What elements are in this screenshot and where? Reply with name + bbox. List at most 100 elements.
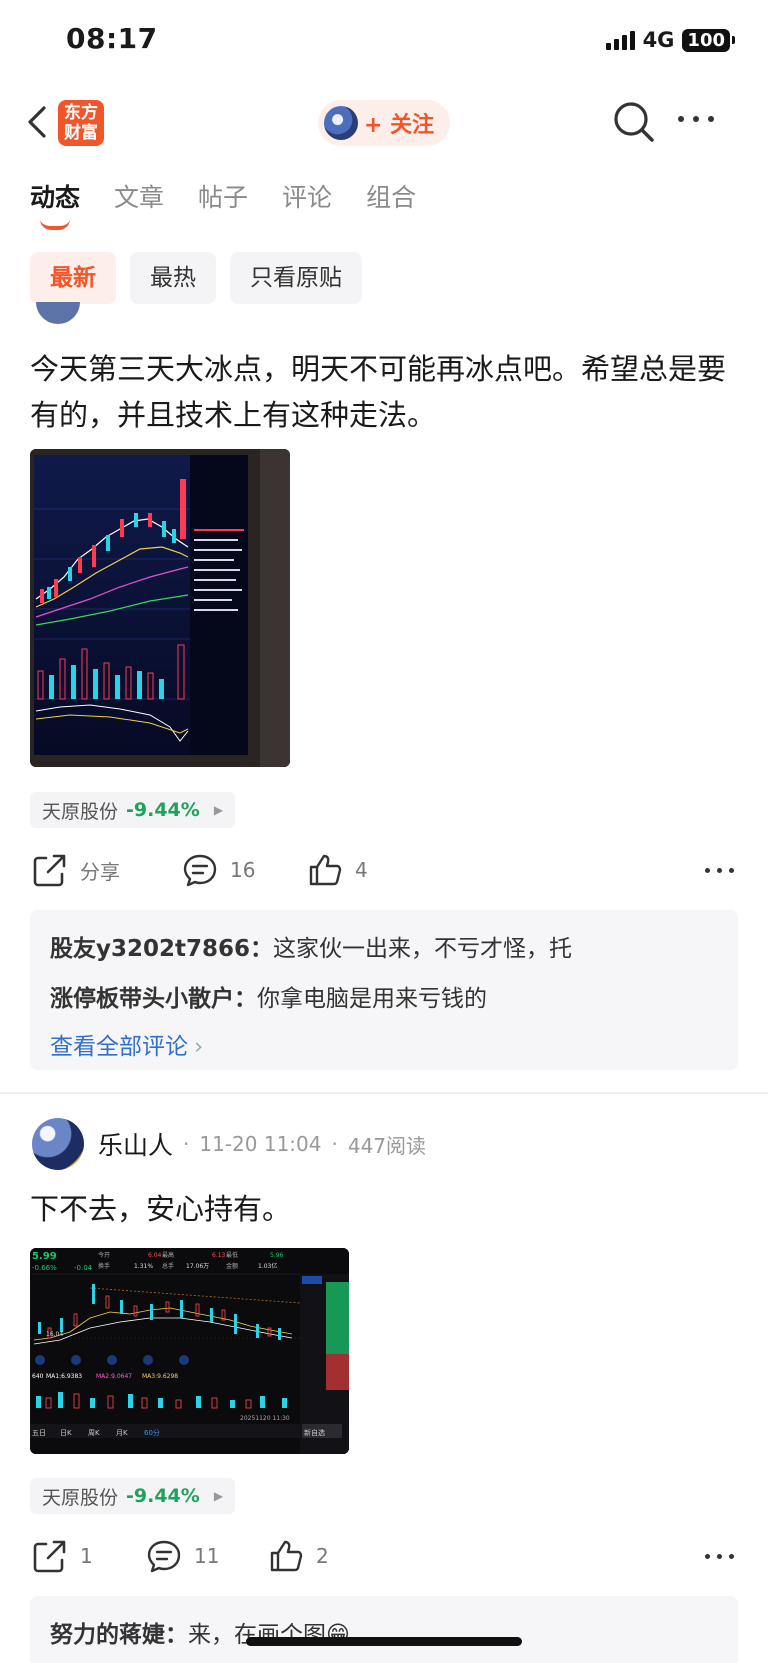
filter-chips: 最新 最热 只看原贴 — [30, 252, 362, 304]
filter-hottest[interactable]: 最热 — [130, 252, 216, 304]
low-label: 最低 — [226, 1251, 238, 1259]
stock-change: -9.44% — [126, 799, 200, 821]
status-indicators: 4G 100 — [605, 28, 735, 52]
author-name[interactable]: 乐山人 — [98, 1126, 173, 1162]
share-button[interactable]: 分享 — [32, 852, 120, 888]
status-time: 08:17 — [66, 22, 158, 55]
post-author-row: 乐山人 · 11-20 11:04 · 447阅读 — [32, 1118, 426, 1170]
tab-portfolio[interactable]: 组合 — [366, 178, 416, 214]
ma2-label: MA2:9.0647 — [96, 1373, 132, 1380]
ma1-label: MA1:6.9383 — [46, 1373, 82, 1380]
tab-articles[interactable]: 文章 — [114, 178, 164, 214]
read-count: 447阅读 — [347, 1133, 427, 1158]
turnover-label: 换手 — [98, 1262, 110, 1270]
chevron-right-icon: ▶ — [213, 803, 224, 817]
tab-comments[interactable]: 评论 — [282, 178, 332, 214]
post-divider — [0, 1092, 768, 1094]
profile-tabs: 动态 文章 帖子 评论 组合 — [30, 178, 416, 230]
post-image[interactable] — [30, 449, 290, 767]
follow-button[interactable]: + 关注 — [318, 100, 451, 146]
battery-icon: 100 — [682, 28, 735, 52]
stock-change: -9.44% — [126, 1485, 200, 1507]
like-count: 2 — [316, 1544, 329, 1568]
comment-text: 你拿电脑是用来亏钱的 — [257, 986, 487, 1012]
view-all-label: 查看全部评论 — [50, 1034, 188, 1060]
quote-change: -0.66% — [32, 1264, 57, 1272]
view-all-comments-link[interactable]: 查看全部评论 › — [50, 1024, 718, 1070]
period-monthly: 月K — [116, 1429, 128, 1437]
home-indicator[interactable] — [246, 1637, 522, 1646]
svg-text:640: 640 — [32, 1373, 44, 1380]
meta-separator: · — [331, 1132, 338, 1156]
post-actions: 1 11 2 — [32, 1538, 736, 1578]
share-count: 1 — [80, 1544, 93, 1568]
post-actions: 分享 16 4 — [32, 852, 736, 892]
status-bar: 08:17 4G 100 — [0, 0, 768, 84]
add-watchlist: 新自选 — [304, 1428, 325, 1437]
comment-icon — [147, 1540, 181, 1573]
back-icon[interactable] — [24, 104, 54, 140]
like-button[interactable]: 2 — [268, 1538, 329, 1574]
meta-separator: · — [183, 1132, 190, 1156]
like-button[interactable]: 4 — [307, 852, 368, 888]
volume-label: 总手 — [162, 1262, 174, 1270]
tab-dynamics[interactable]: 动态 — [30, 178, 80, 230]
like-count: 4 — [355, 858, 368, 882]
more-icon[interactable] — [705, 1554, 734, 1559]
share-button[interactable]: 1 — [32, 1538, 93, 1574]
turnover-value: 1.31% — [134, 1263, 153, 1270]
period-5day: 五日 — [32, 1429, 46, 1437]
tab-posts[interactable]: 帖子 — [198, 178, 248, 214]
comment-button[interactable]: 16 — [182, 852, 255, 888]
app-logo[interactable]: 东方财富 — [58, 100, 104, 146]
stock-name: 天原股份 — [42, 800, 119, 823]
post-text[interactable]: 今天第三天大冰点，明天不可能再冰点吧。希望总是要有的，并且技术上有这种走法。 — [30, 346, 740, 438]
share-icon — [33, 1540, 66, 1573]
comment-preview[interactable]: 股友y3202t7866：这家伙一出来，不亏才怪，托 涨停板带头小散户：你拿电脑… — [30, 910, 738, 1070]
quote-change-abs: -0.04 — [74, 1264, 93, 1272]
stock-tag[interactable]: 天原股份 -9.44% ▶ — [30, 792, 236, 828]
comment-item: 涨停板带头小散户：你拿电脑是用来亏钱的 — [50, 974, 718, 1024]
comment-user[interactable]: 股友y3202t7866： — [50, 936, 273, 962]
post-text[interactable]: 下不去，安心持有。 — [30, 1186, 740, 1232]
open-label: 今开 — [98, 1251, 110, 1259]
chart-timestamp: 20251120 11:30 — [240, 1415, 290, 1422]
comment-user[interactable]: 涨停板带头小散户： — [50, 986, 257, 1012]
avatar — [324, 106, 358, 140]
search-icon[interactable] — [612, 100, 656, 144]
high-value: 6.13 — [212, 1252, 226, 1259]
comment-item: 努力的蒋婕：来，在画个图😁 — [50, 1610, 718, 1660]
chevron-right-icon: ▶ — [213, 1489, 224, 1503]
top-nav: 东方财富 + 关注 — [0, 92, 768, 152]
period-weekly: 周K — [88, 1429, 100, 1437]
comment-count: 16 — [230, 858, 256, 882]
post-image[interactable]: 5.99 -0.66% -0.04 今开 6.04 最高 6.13 最低 5.9… — [30, 1248, 349, 1454]
share-label: 分享 — [80, 859, 120, 884]
amount-label: 金额 — [226, 1262, 238, 1270]
comment-icon — [183, 854, 217, 887]
comment-item: 股友y3202t7866：这家伙一出来，不亏才怪，托 — [50, 924, 718, 974]
high-label: 最高 — [162, 1251, 174, 1259]
avatar[interactable] — [36, 302, 80, 324]
open-value: 6.04 — [148, 1252, 162, 1259]
comment-user[interactable]: 努力的蒋婕： — [50, 1622, 188, 1648]
stock-tag[interactable]: 天原股份 -9.44% ▶ — [30, 1478, 236, 1514]
ma3-label: MA3:9.6298 — [142, 1373, 178, 1380]
avatar[interactable] — [32, 1118, 84, 1170]
follow-label: + 关注 — [364, 113, 435, 138]
post-time: 11-20 11:04 — [199, 1132, 322, 1156]
thumbs-up-icon — [309, 854, 342, 886]
filter-latest[interactable]: 最新 — [30, 252, 116, 304]
amount-value: 1.03亿 — [258, 1262, 277, 1270]
comment-preview[interactable]: 努力的蒋婕：来，在画个图😁 — [30, 1596, 738, 1663]
network-label: 4G — [642, 28, 675, 52]
filter-original-only[interactable]: 只看原贴 — [230, 252, 362, 304]
period-daily: 日K — [60, 1429, 72, 1437]
more-icon[interactable] — [678, 112, 720, 126]
comment-button[interactable]: 11 — [146, 1538, 219, 1574]
svg-text:16.04: 16.04 — [46, 1331, 63, 1338]
comment-text: 这家伙一出来，不亏才怪，托 — [273, 936, 573, 962]
share-icon — [33, 854, 66, 887]
signal-icon — [605, 30, 635, 50]
more-icon[interactable] — [705, 868, 734, 873]
